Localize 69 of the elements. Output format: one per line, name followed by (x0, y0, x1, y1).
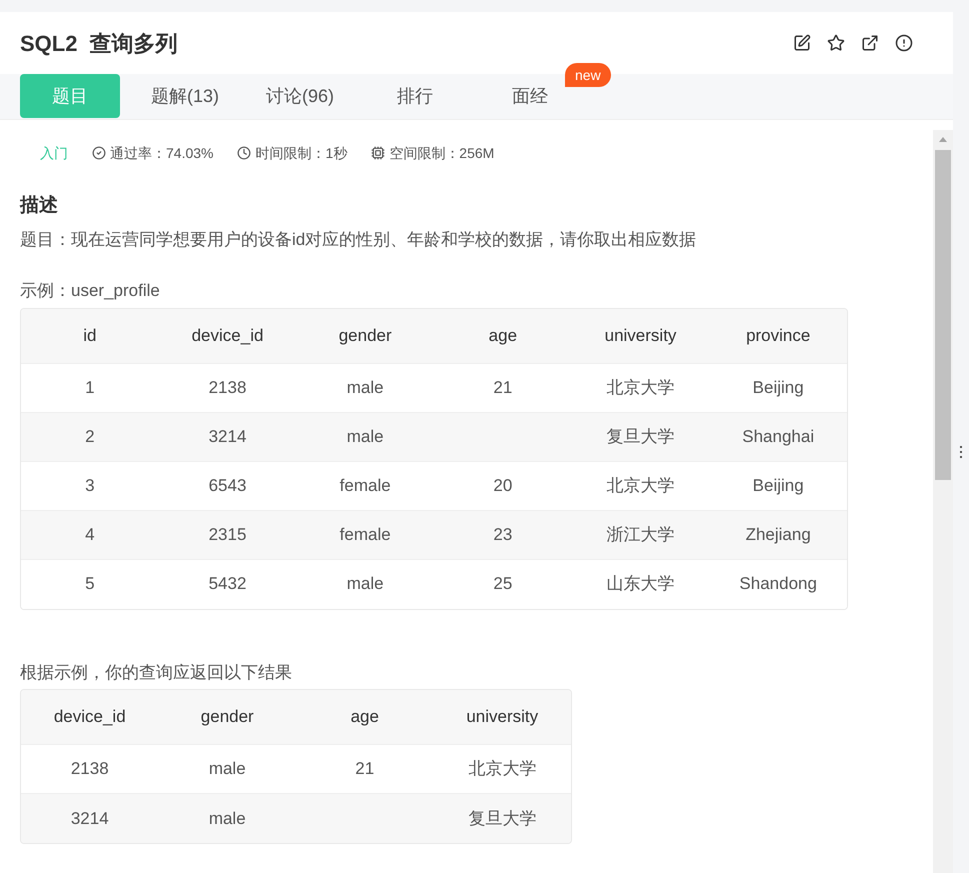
table-cell-text: 25 (492, 573, 514, 596)
chip-icon (371, 146, 386, 160)
pass-rate: 通过率：74.03% (110, 144, 214, 162)
table-cell-text: 北京大学 (606, 474, 676, 497)
share-icon[interactable] (861, 34, 879, 52)
problem-title: SQL2 查询多列 (20, 30, 178, 58)
memory-limit: 空间限制：256M (389, 144, 494, 162)
table-cell-text: 6543 (208, 474, 248, 497)
table-cell-text: Beijing (752, 376, 805, 399)
table-cell-text: 浙江大学 (606, 524, 676, 546)
table-cell-text: male (346, 426, 385, 448)
table-cell-text: Shanghai (741, 426, 816, 448)
table-cell-text: 北京大学 (606, 376, 676, 399)
tab[interactable]: 题解(13) (135, 74, 235, 118)
table-cell-text: 复旦大学 (467, 808, 538, 830)
column-header: age (488, 324, 518, 347)
table-caption: 示例：user_profile (20, 280, 161, 302)
table-cell-text: Shandong (738, 573, 818, 596)
table-cell-text: 3 (84, 474, 96, 497)
table-cell-text: 2 (84, 426, 96, 448)
table-cell-text: 2315 (208, 524, 248, 546)
table-cell-text: male (346, 376, 385, 399)
column-header: province (745, 324, 812, 347)
description-text: 题目：现在运营同学想要用户的设备id对应的性别、年龄和学校的数据，请你取出相应数据 (20, 228, 698, 250)
resize-handle-icon[interactable] (960, 446, 962, 458)
table-cell-text: 20 (492, 474, 514, 497)
table-cell-text: Beijing (752, 474, 805, 497)
table-cell-text: male (208, 808, 247, 830)
check-icon (92, 146, 106, 160)
table-cell-text: 2138 (208, 376, 248, 399)
column-header: university (465, 706, 540, 728)
table-cell-text: female (338, 474, 392, 497)
table-cell-text: 复旦大学 (606, 426, 676, 448)
column-header: id (82, 324, 98, 347)
star-icon[interactable] (827, 34, 845, 52)
difficulty-label: 入门 (40, 144, 68, 162)
table-cell-text: 23 (492, 524, 514, 546)
column-header: device_id (190, 324, 264, 347)
tab[interactable]: 面经 (508, 82, 552, 110)
edit-icon[interactable] (793, 34, 811, 52)
tab[interactable]: 排行 (365, 74, 465, 118)
table-cell-text: 3214 (70, 808, 110, 830)
table-cell-text: Zhejiang (744, 524, 812, 546)
column-header: gender (338, 324, 393, 347)
new-badge: new (565, 63, 611, 87)
table-cell-text: 5 (84, 573, 96, 596)
column-header: device_id (52, 706, 127, 728)
table-cell-text: male (346, 573, 385, 596)
column-header: gender (200, 706, 255, 728)
tab[interactable]: 讨论(96) (250, 74, 350, 118)
table-cell-text: 山东大学 (606, 573, 676, 596)
table-cell-text: female (338, 524, 392, 546)
table-cell-text: 5432 (208, 573, 248, 596)
table-cell-text: 21 (354, 758, 376, 780)
table-cell-text: 北京大学 (467, 758, 538, 780)
section-heading: 描述 (20, 194, 59, 218)
table-cell-text: 2138 (70, 758, 110, 780)
table-cell-text: 21 (492, 376, 514, 399)
column-header: university (604, 324, 678, 347)
clock-icon (237, 146, 252, 160)
table-caption: 根据示例，你的查询应返回以下结果 (20, 662, 293, 684)
table-cell-text: 3214 (208, 426, 248, 448)
column-header: age (350, 706, 380, 728)
scrollbar[interactable] (933, 130, 953, 873)
time-limit: 时间限制：1秒 (255, 144, 348, 162)
table-cell-text: male (208, 758, 247, 780)
table-cell-text: 4 (84, 524, 96, 546)
table-cell-text: 1 (84, 376, 96, 399)
alert-icon[interactable] (895, 34, 913, 52)
